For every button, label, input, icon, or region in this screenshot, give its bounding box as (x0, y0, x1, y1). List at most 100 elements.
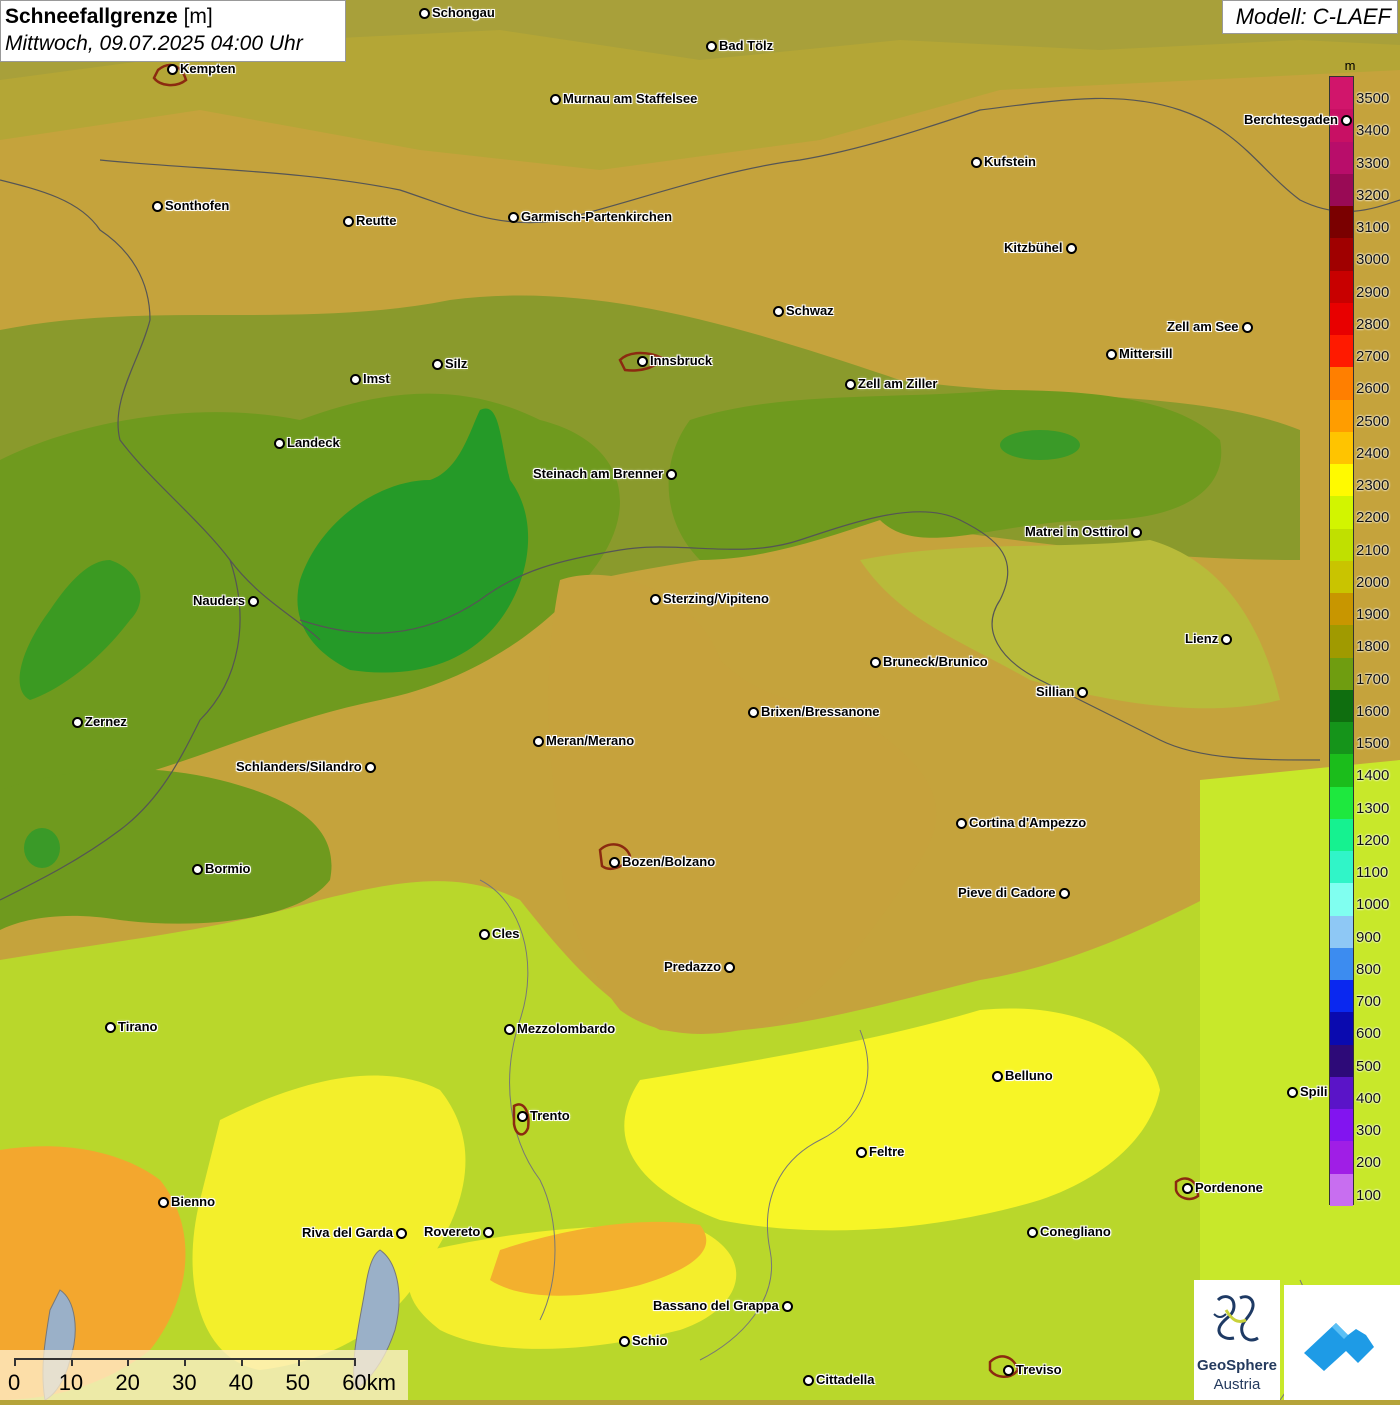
app-logo-icon (1304, 1323, 1374, 1371)
city-label: Schongau (432, 5, 495, 20)
legend-label: 2100 (1356, 541, 1390, 559)
city-label: Conegliano (1040, 1224, 1111, 1239)
city-marker (1106, 349, 1117, 360)
legend-swatch (1330, 141, 1353, 174)
legend-swatch (1330, 818, 1353, 851)
legend-swatch (1330, 883, 1353, 916)
city-marker (1003, 1365, 1014, 1376)
legend-label: 3400 (1356, 122, 1390, 140)
scale-label: 0 (8, 1370, 21, 1395)
city-marker (706, 41, 717, 52)
city-label: Murnau am Staffelsee (563, 91, 698, 106)
city-label: Spili (1300, 1084, 1328, 1099)
legend-swatch (1330, 851, 1353, 884)
city-marker (483, 1227, 494, 1238)
city-label: Zernez (85, 714, 127, 729)
city-marker (1221, 634, 1232, 645)
legend-swatch (1330, 560, 1353, 593)
legend-swatch (1330, 431, 1353, 464)
legend-label: 2900 (1356, 283, 1390, 301)
city-marker (956, 818, 967, 829)
city-marker (1059, 888, 1070, 899)
legend-label: 1900 (1356, 606, 1390, 624)
city-label: Meran/Merano (546, 733, 635, 748)
legend-swatch (1330, 528, 1353, 561)
legend-swatch (1330, 947, 1353, 980)
legend-swatch (1330, 335, 1353, 368)
legend-label: 1200 (1356, 831, 1390, 849)
city-marker (396, 1228, 407, 1239)
geosphere-logo[interactable]: GeoSphere Austria (1194, 1280, 1280, 1400)
legend-label: 3500 (1356, 90, 1390, 107)
color-legend (1329, 76, 1354, 1206)
scale-tick (184, 1358, 187, 1366)
legend-swatch (1330, 399, 1353, 432)
map-title-text: Schneefallgrenze (5, 5, 178, 28)
city-marker (158, 1197, 169, 1208)
city-label: Schio (632, 1333, 668, 1348)
city-label: Kitzbühel (1004, 240, 1063, 255)
city-label: Zell am See (1167, 319, 1239, 334)
city-marker (550, 94, 561, 105)
city-marker (167, 64, 178, 75)
city-marker (479, 929, 490, 940)
city-marker (650, 594, 661, 605)
model-label: Modell: C-LAEF (1222, 0, 1398, 34)
city-label: Kempten (180, 61, 236, 76)
city-label: Bruneck/Brunico (883, 654, 988, 669)
legend-label: 700 (1356, 993, 1382, 1011)
legend-swatch (1330, 1109, 1353, 1142)
city-marker (533, 736, 544, 747)
city-marker (350, 374, 361, 385)
legend-label: 2400 (1356, 444, 1390, 462)
legend-unit: m (1344, 58, 1356, 73)
city-marker (845, 379, 856, 390)
city-label: Matrei in Osttirol (1025, 524, 1129, 539)
legend-label: 1600 (1356, 702, 1390, 720)
city-marker (343, 216, 354, 227)
legend-swatch (1330, 270, 1353, 303)
city-label: Landeck (287, 435, 340, 450)
city-label: Lienz (1185, 631, 1219, 646)
city-label: Nauders (193, 593, 246, 608)
legend-label: 500 (1356, 1057, 1382, 1075)
legend-label: 1800 (1356, 638, 1390, 656)
scale-tick (14, 1358, 16, 1366)
city-marker (152, 201, 163, 212)
legend-label: 900 (1356, 928, 1382, 946)
legend-label: 1700 (1356, 670, 1390, 688)
city-label: Zell am Ziller (858, 376, 938, 391)
city-label: Sillian (1036, 684, 1075, 699)
city-label: Sonthofen (165, 198, 230, 213)
city-label: Garmisch-Partenkirchen (521, 209, 673, 224)
city-label: Imst (363, 371, 390, 386)
city-label: Trento (530, 1108, 570, 1123)
scale-bar: 0 10 20 30 40 50 60km (0, 1350, 408, 1400)
city-label: Bassano del Grappa (653, 1298, 779, 1313)
legend-label: 100 (1356, 1186, 1382, 1204)
city-marker (1341, 115, 1352, 126)
city-marker (192, 864, 203, 875)
legend-label: 1000 (1356, 896, 1390, 914)
city-marker (1027, 1227, 1038, 1238)
legend-label: 1400 (1356, 767, 1390, 785)
city-label: Feltre (869, 1144, 905, 1159)
city-label: Bormio (205, 861, 251, 876)
legend-label: 1300 (1356, 799, 1390, 817)
app-logo[interactable] (1284, 1285, 1400, 1400)
legend-swatch (1330, 625, 1353, 658)
legend-swatch (1330, 754, 1353, 787)
legend-label: 1100 (1356, 864, 1389, 882)
scale-tick (354, 1358, 357, 1366)
scale-label: 10 (58, 1370, 84, 1395)
city-label: Silz (445, 356, 468, 371)
city-marker (105, 1022, 116, 1033)
legend-swatch (1330, 173, 1353, 206)
legend-swatch (1330, 1012, 1353, 1045)
city-marker (1066, 243, 1077, 254)
city-marker (365, 762, 376, 773)
city-label: Mittersill (1119, 346, 1173, 361)
city-label: Sterzing/Vipiteno (663, 591, 769, 606)
city-marker (609, 857, 620, 868)
city-marker (803, 1375, 814, 1386)
